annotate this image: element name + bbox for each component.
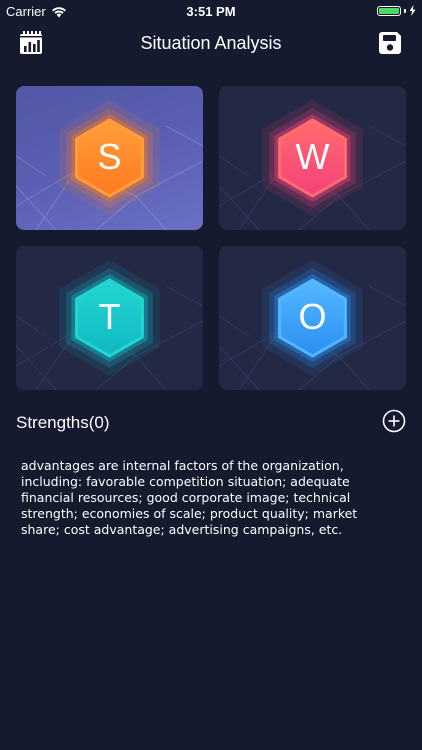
status-bar: Carrier 3:51 PM	[0, 0, 422, 22]
navigation-bar: Situation Analysis	[0, 22, 422, 66]
charging-bolt-icon	[409, 5, 416, 16]
plus-circle-icon	[382, 409, 406, 433]
swot-tile-strengths[interactable]: S	[16, 86, 203, 230]
status-time: 3:51 PM	[186, 4, 236, 19]
battery-icon	[377, 5, 401, 16]
swot-tile-weaknesses[interactable]: W	[219, 86, 406, 230]
add-item-button[interactable]	[382, 409, 406, 433]
save-icon	[379, 32, 401, 54]
swot-tile-threats[interactable]: T	[16, 246, 203, 390]
tile-letter: T	[98, 296, 121, 337]
page-title: Situation Analysis	[140, 33, 282, 53]
swot-tile-opportunities[interactable]: O	[219, 246, 406, 390]
section-header: Strengths(0)	[16, 408, 406, 438]
tile-letter: O	[298, 296, 327, 337]
section-description: advantages are internal factors of the o…	[21, 458, 358, 537]
tile-letter: S	[97, 136, 122, 177]
save-button[interactable]	[376, 29, 404, 57]
swot-grid: S W T O	[16, 86, 406, 390]
battery-tip	[404, 8, 406, 13]
battery-indicator	[377, 5, 416, 16]
battery-level	[379, 7, 399, 14]
tile-letter: W	[295, 136, 330, 177]
section-title: Strengths(0)	[16, 413, 110, 432]
